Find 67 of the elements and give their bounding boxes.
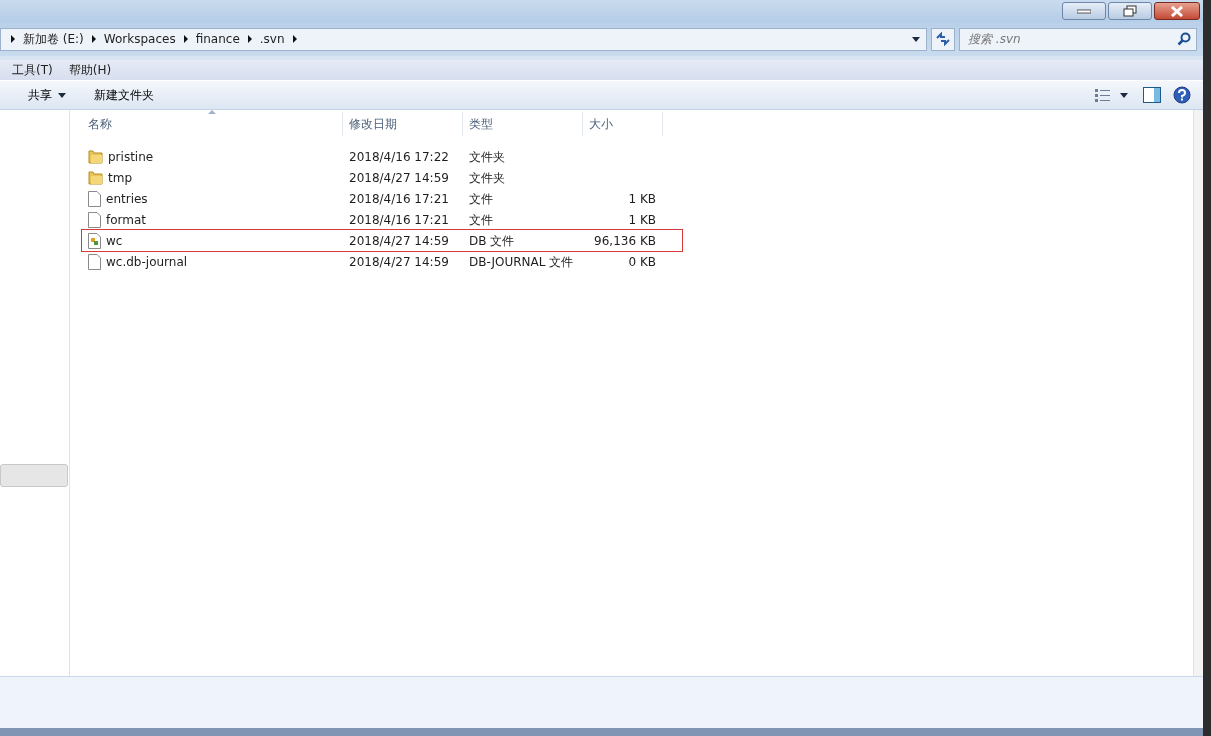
file-icon [88, 190, 101, 207]
close-button[interactable] [1154, 2, 1200, 20]
toolbar-button[interactable]: 共享 [20, 84, 74, 106]
minimize-button[interactable] [1062, 2, 1106, 20]
file-type: 文件夹 [469, 170, 505, 185]
view-options-icon[interactable] [1095, 88, 1131, 102]
modified-date: 2018/4/27 14:59 [349, 233, 449, 248]
toolbar-button[interactable]: 新建文件夹 [86, 84, 162, 106]
address-bar[interactable]: 新加卷 (E:) Workspaces finance .svn [0, 27, 927, 51]
column-header[interactable]: 修改日期 [343, 112, 463, 136]
file-type: DB 文件 [469, 233, 515, 248]
file-row[interactable]: entries 2018/4/16 17:21 文件 1 KB [82, 188, 682, 209]
modified-date: 2018/4/16 17:22 [349, 149, 449, 164]
file-icon [88, 211, 101, 228]
file-type: 文件 [469, 212, 493, 227]
preview-pane-icon[interactable] [1143, 87, 1161, 103]
help-icon[interactable] [1173, 86, 1191, 104]
file-name[interactable]: wc.db-journal [106, 252, 188, 271]
refresh-icon [935, 32, 951, 46]
column-header[interactable]: 大小 [583, 112, 663, 136]
minimize-icon [1077, 8, 1091, 14]
refresh-button[interactable] [931, 27, 955, 51]
file-name[interactable]: pristine [108, 147, 154, 166]
caret-icon [58, 92, 66, 98]
folder-icon [88, 170, 103, 185]
file-icon [88, 253, 101, 270]
chevron-icon[interactable] [183, 35, 188, 43]
database-file-icon [88, 232, 101, 249]
file-row[interactable]: format 2018/4/16 17:21 文件 1 KB [82, 209, 682, 230]
menu-item[interactable]: 工具(T) [12, 61, 53, 79]
chevron-icon[interactable] [91, 35, 96, 43]
sort-ascending-icon [208, 110, 216, 114]
chevron-icon[interactable] [292, 35, 297, 43]
file-name[interactable]: format [106, 210, 147, 229]
modified-date: 2018/4/16 17:21 [349, 191, 449, 206]
file-name[interactable]: entries [106, 189, 148, 208]
close-icon [1170, 5, 1184, 17]
modified-date: 2018/4/16 17:21 [349, 212, 449, 227]
file-size: 0 KB [628, 254, 656, 269]
file-type: 文件 [469, 191, 493, 206]
restore-button[interactable] [1108, 2, 1152, 20]
column-header[interactable]: 类型 [463, 112, 583, 136]
modified-date: 2018/4/27 14:59 [349, 254, 449, 269]
highlight-frame[interactable]: wc 2018/4/27 14:59 DB 文件 96,136 KB [82, 230, 682, 251]
file-row[interactable]: pristine 2018/4/16 17:22 文件夹 [82, 146, 682, 167]
dropdown-caret-icon[interactable] [912, 36, 920, 42]
file-name[interactable]: wc [106, 231, 123, 250]
file-size: 96,136 KB [594, 233, 656, 248]
file-size: 1 KB [628, 212, 656, 227]
folder-icon [88, 149, 103, 164]
menu-item[interactable]: 帮助(H) [68, 61, 112, 79]
restore-icon [1123, 5, 1137, 17]
breadcrumb-item[interactable]: finance [195, 30, 240, 48]
file-name[interactable]: tmp [108, 168, 132, 187]
file-row[interactable]: tmp 2018/4/27 14:59 文件夹 [82, 167, 682, 188]
breadcrumb-item[interactable]: .svn [259, 30, 285, 48]
breadcrumb-item[interactable]: Workspaces [103, 30, 176, 48]
file-row[interactable]: wc.db-journal 2018/4/27 14:59 DB-JOURNAL 文件 0 KB [82, 251, 682, 272]
column-header[interactable]: 名称 [82, 112, 343, 136]
file-type: DB-JOURNAL 文件 [469, 254, 574, 269]
file-type: 文件夹 [469, 149, 505, 164]
search-icon[interactable] [1177, 31, 1191, 46]
chevron-icon[interactable] [247, 35, 252, 43]
file-size: 1 KB [628, 191, 656, 206]
search-field[interactable]: 搜索 .svn [959, 27, 1197, 51]
modified-date: 2018/4/27 14:59 [349, 170, 449, 185]
breadcrumb-item[interactable]: 新加卷 (E:) [23, 30, 84, 48]
